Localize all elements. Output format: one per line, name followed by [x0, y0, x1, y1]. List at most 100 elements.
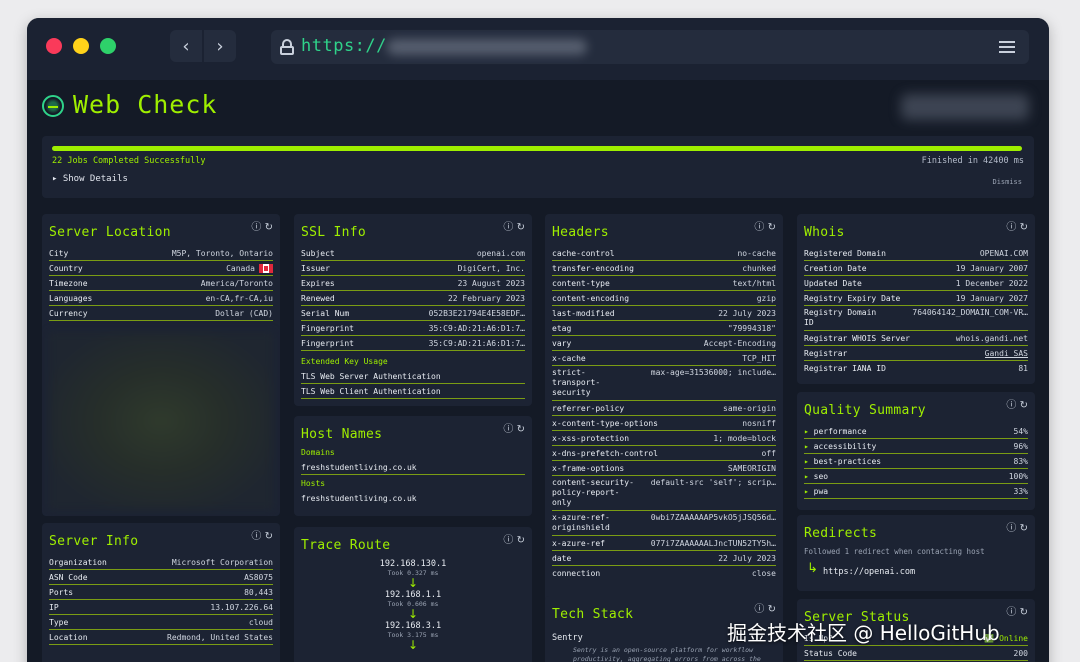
card-actions: ⓘ ↻ — [503, 218, 525, 233]
card-title: Trace Route — [301, 538, 391, 553]
table-row: x-xss-protection 1; mode=block — [552, 431, 776, 446]
minimize-window-icon[interactable] — [73, 38, 89, 54]
row-key: Registry Expiry Date — [804, 293, 901, 303]
row-value: 13.107.226.64 — [210, 602, 273, 612]
arrow-down-icon: ↓ — [407, 576, 419, 590]
row-value: whois.gandi.net — [955, 333, 1028, 343]
info-icon[interactable]: ⓘ — [251, 222, 261, 233]
app-title: Web Check — [73, 90, 218, 119]
info-icon[interactable]: ⓘ — [503, 424, 513, 435]
hop-ip: 192.168.130.1 — [379, 559, 447, 569]
info-icon[interactable]: ⓘ — [503, 535, 513, 546]
sliders-icon[interactable] — [999, 40, 1015, 54]
row-value: nosniff — [742, 418, 776, 428]
row-key: last-modified — [552, 308, 615, 318]
refresh-icon[interactable]: ↻ — [1020, 523, 1028, 534]
row-key: accessibility — [804, 442, 877, 451]
table-row: vary Accept-Encoding — [552, 336, 776, 351]
quality-row[interactable]: performance 54% — [804, 424, 1028, 439]
info-icon[interactable]: ⓘ — [1006, 222, 1016, 233]
tech-description: Sentry is an open-source platform for wo… — [573, 646, 761, 662]
browser-toolbar: ‹ › https:// — [27, 18, 1049, 80]
row-value: 96% — [1013, 441, 1028, 451]
row-key: Registrar IANA ID — [804, 364, 886, 373]
table-row: referrer-policy same-origin — [552, 401, 776, 416]
row-value: off — [761, 448, 776, 458]
progress-bar-fill — [52, 146, 1022, 151]
row-key: Serial Num — [301, 308, 350, 318]
table-row: Status Code 200 — [804, 646, 1028, 661]
refresh-icon[interactable]: ↻ — [517, 222, 525, 233]
table-row: Languages en-CA,fr-CA,iu — [49, 291, 273, 306]
refresh-icon[interactable]: ↻ — [517, 535, 525, 546]
table-row: Organization Microsoft Corporation — [49, 555, 273, 570]
refresh-icon[interactable]: ↻ — [1020, 400, 1028, 411]
row-value: 764064142_DOMAIN_COM-VR… — [912, 308, 1028, 317]
card-actions: ⓘ ↻ — [503, 420, 525, 435]
address-bar[interactable]: https:// — [271, 30, 1029, 64]
card-actions: ⓘ ↻ — [754, 600, 776, 615]
info-icon[interactable]: ⓘ — [754, 604, 764, 615]
close-window-icon[interactable] — [46, 38, 62, 54]
info-icon[interactable]: ⓘ — [1006, 400, 1016, 411]
row-key: strict-transport-security — [552, 368, 601, 397]
row-key: Fingerprint — [301, 338, 354, 348]
row-key: Status Code — [804, 648, 857, 658]
row-value: default-src 'self'; scrip… — [650, 478, 776, 487]
row-value: TCP_HIT — [742, 353, 776, 363]
refresh-icon[interactable]: ↻ — [517, 424, 525, 435]
refresh-icon[interactable]: ↻ — [265, 222, 273, 233]
row-key: x-content-type-options — [552, 418, 658, 428]
whois-card: Whois ⓘ ↻ Registered Domain OPENAI.COM Cr… — [797, 214, 1035, 384]
domain-item: freshstudentliving.co.uk — [301, 460, 525, 475]
dismiss-button[interactable]: Dismiss — [992, 178, 1022, 186]
table-row: Renewed 22 February 2023 — [301, 291, 525, 306]
show-details-toggle[interactable]: ▸ Show Details — [52, 174, 128, 184]
row-key: Location — [49, 632, 88, 642]
row-value: Redmond, United States — [167, 632, 273, 642]
row-key: etag — [552, 323, 572, 333]
row-value: 22 February 2023 — [447, 293, 525, 303]
registrar-link[interactable]: Gandi SAS — [985, 349, 1028, 358]
info-icon[interactable]: ⓘ — [1006, 523, 1016, 534]
quality-row[interactable]: pwa 33% — [804, 484, 1028, 499]
refresh-icon[interactable]: ↻ — [265, 531, 273, 542]
row-value: 1 December 2022 — [955, 278, 1028, 288]
maximize-window-icon[interactable] — [100, 38, 116, 54]
row-key: Creation Date — [804, 263, 867, 273]
quality-row[interactable]: best-practices 83% — [804, 454, 1028, 469]
row-value: 100% — [1008, 471, 1028, 481]
row-key: connection — [552, 569, 601, 578]
row-value: Microsoft Corporation — [171, 557, 273, 567]
info-icon[interactable]: ⓘ — [754, 222, 764, 233]
row-key: x-xss-protection — [552, 433, 630, 443]
url-text[interactable]: https:// — [301, 36, 387, 56]
trace-route-card: Trace Route ⓘ ↻ 192.168.130.1 Took 0.327… — [294, 527, 532, 662]
refresh-icon[interactable]: ↻ — [768, 222, 776, 233]
row-key: performance — [804, 427, 867, 436]
quality-row[interactable]: seo 100% — [804, 469, 1028, 484]
row-value: 54% — [1013, 426, 1028, 436]
back-button[interactable]: ‹ — [170, 30, 202, 62]
location-map[interactable] — [49, 332, 273, 510]
quality-summary-card: Quality Summary ⓘ ↻ performance 54% acces… — [797, 392, 1035, 510]
table-row: Updated Date 1 December 2022 — [804, 276, 1028, 291]
card-title: Redirects — [804, 526, 878, 541]
card-title: Whois — [804, 225, 845, 240]
table-row: x-azure-ref-originshield 0wbi7ZAAAAAAP5vk… — [552, 511, 776, 536]
refresh-icon[interactable]: ↻ — [768, 604, 776, 615]
row-value: 33% — [1013, 486, 1028, 496]
refresh-icon[interactable]: ↻ — [1020, 222, 1028, 233]
table-row: x-cache TCP_HIT — [552, 351, 776, 366]
info-icon[interactable]: ⓘ — [503, 222, 513, 233]
info-icon[interactable]: ⓘ — [251, 531, 261, 542]
table-row: etag "79994318" — [552, 321, 776, 336]
row-value: 22 July 2023 — [718, 308, 776, 318]
table-row: Registrar IANA ID 81 — [804, 361, 1028, 376]
forward-button[interactable]: › — [204, 30, 236, 62]
row-value: 23 August 2023 — [457, 278, 525, 288]
refresh-icon[interactable]: ↻ — [1020, 607, 1028, 618]
redirect-target[interactable]: https://openai.com — [823, 567, 915, 577]
quality-row[interactable]: accessibility 96% — [804, 439, 1028, 454]
info-icon[interactable]: ⓘ — [1006, 607, 1016, 618]
